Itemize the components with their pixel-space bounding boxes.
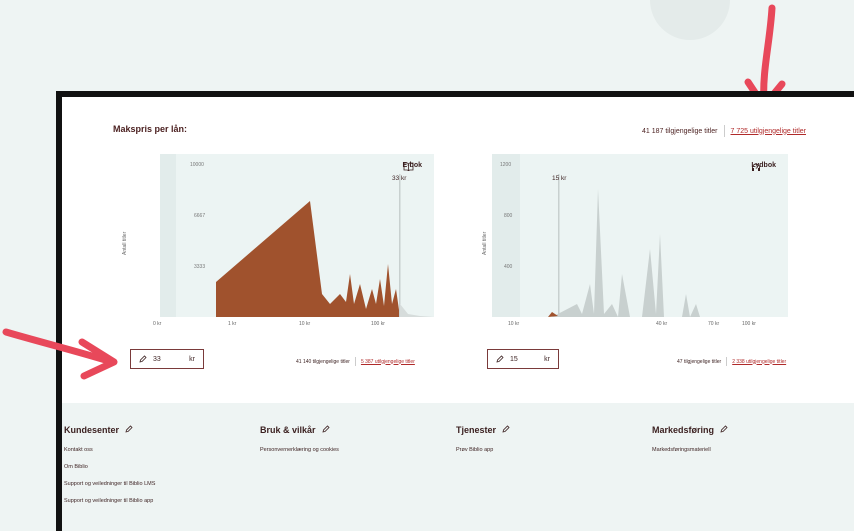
audio-xtick-1: 10 kr xyxy=(508,321,520,327)
footer-col-title: Bruk & vilkår xyxy=(260,425,339,435)
unavailable-link[interactable]: 7 725 utilgjengelige titler xyxy=(731,128,807,135)
pencil-icon xyxy=(496,355,504,363)
audio-unavailable-link[interactable]: 2 338 utilgjengelige titler xyxy=(732,359,786,365)
footer-col-markedsforing: Markedsføring Markedsføringsmateriell xyxy=(652,425,728,464)
ebook-tail xyxy=(400,304,434,317)
ebook-chart-svg: 10000 6667 3333 33 kr xyxy=(160,154,434,317)
audio-price-value: 15 xyxy=(510,355,518,363)
footer-col-title-text: Tjenester xyxy=(456,425,497,435)
ebook-tally: 41 140 tilgjengelige titler 5 387 utilgj… xyxy=(296,357,415,366)
decorative-circle xyxy=(650,0,730,40)
available-count: 41 187 tilgjengelige titler xyxy=(642,127,718,135)
ebook-price-input[interactable]: 33 kr xyxy=(130,349,204,369)
ebook-distribution xyxy=(216,201,400,317)
ebook-price-value: 33 xyxy=(153,355,161,363)
pencil-icon[interactable] xyxy=(125,425,133,435)
panel-title: Makspris per lån: xyxy=(113,124,188,134)
ebook-ytick-3: 3333 xyxy=(194,264,205,270)
screenshot-frame: Makspris per lån: 41 187 tilgjengelige t… xyxy=(56,91,854,531)
audio-ytick-1: 1200 xyxy=(500,162,511,168)
footer-link[interactable]: Markedsføringsmateriell xyxy=(652,447,728,453)
ebook-xtick-4: 100 kr xyxy=(371,321,385,327)
ebook-marker-line xyxy=(399,174,401,317)
total-tally: 41 187 tilgjengelige titler 7 725 utilgj… xyxy=(642,125,806,137)
footer-col-title-text: Markedsføring xyxy=(652,425,715,435)
ebook-xtick-2: 1 kr xyxy=(228,321,237,327)
audio-tally: 47 tilgjengelige titler 2 338 utilgjenge… xyxy=(677,357,786,366)
audio-marker-label: 15 kr xyxy=(552,175,567,182)
audio-xtick-3: 70 kr xyxy=(708,321,720,327)
footer-col-title: Tjenester xyxy=(456,425,510,435)
footer-link[interactable]: Support og veiledninger til Biblio LMS xyxy=(64,481,155,487)
divider xyxy=(354,357,356,366)
ebook-chart: 10000 6667 3333 33 kr E-bok xyxy=(160,154,434,317)
footer-col-vilkar: Bruk & vilkår Personvernerklæring og coo… xyxy=(260,425,339,464)
ebook-unavailable-link[interactable]: 5 387 utilgjengelige titler xyxy=(361,359,415,365)
footer-link[interactable]: Prøv Biblio app xyxy=(456,447,510,453)
audio-y-axis-label: Antall titler xyxy=(482,231,488,255)
footer-col-title-text: Bruk & vilkår xyxy=(260,425,316,435)
ebook-xtick-1: 0 kr xyxy=(153,321,162,327)
footer-link[interactable]: Personvernerklæring og cookies xyxy=(260,447,339,453)
divider xyxy=(726,357,728,366)
footer-col-title: Markedsføring xyxy=(652,425,728,435)
footer-col-title: Kundesenter xyxy=(64,425,155,435)
ebook-available: 41 140 tilgjengelige titler xyxy=(296,358,350,365)
ebook-xtick-3: 10 kr xyxy=(299,321,311,327)
ebook-price-unit: kr xyxy=(189,355,195,363)
pencil-icon[interactable] xyxy=(321,425,330,435)
footer-link[interactable]: Om Biblio xyxy=(64,464,155,470)
audiobook-chart-svg: 1200 800 400 15 kr xyxy=(492,154,788,317)
audio-price-input[interactable]: 15 kr xyxy=(487,349,559,369)
ebook-marker-label: 33 kr xyxy=(392,175,407,182)
annotation-arrow-left xyxy=(2,328,118,380)
footer-col-tjenester: Tjenester Prøv Biblio app xyxy=(456,425,510,464)
pencil-icon[interactable] xyxy=(502,425,510,435)
audio-type-label: Lydbok xyxy=(751,162,780,171)
site-footer: Kundesenter Kontakt oss Om Biblio Suppor… xyxy=(62,403,854,531)
ebook-type-label: E-bok xyxy=(403,162,426,171)
ebook-y-axis-label: Antall titler xyxy=(122,231,128,255)
pencil-icon xyxy=(139,355,147,363)
audio-ytick-3: 400 xyxy=(504,264,513,270)
ebook-ytick-2: 6667 xyxy=(194,213,205,219)
footer-link[interactable]: Kontakt oss xyxy=(64,447,155,453)
audio-ytick-2: 800 xyxy=(504,213,513,219)
audio-marker-line xyxy=(558,174,560,317)
pencil-icon[interactable] xyxy=(720,425,728,435)
audio-xtick-2: 40 kr xyxy=(656,321,668,327)
audio-distribution xyxy=(552,189,788,317)
audio-xtick-4: 100 kr xyxy=(742,321,756,327)
divider xyxy=(723,125,725,137)
footer-col-title-text: Kundesenter xyxy=(64,425,120,435)
audio-price-unit: kr xyxy=(544,355,550,363)
price-panel: Makspris per lån: 41 187 tilgjengelige t… xyxy=(62,97,854,531)
footer-col-kundesenter: Kundesenter Kontakt oss Om Biblio Suppor… xyxy=(64,425,155,515)
ebook-axis-band xyxy=(160,154,176,317)
ebook-ytick-1: 10000 xyxy=(190,162,204,168)
audio-axis-band xyxy=(492,154,520,317)
audio-available: 47 tilgjengelige titler xyxy=(677,358,722,365)
footer-link[interactable]: Support og veiledninger til Biblio app xyxy=(64,498,155,504)
audiobook-chart: 1200 800 400 15 kr Lydbok xyxy=(492,154,788,317)
